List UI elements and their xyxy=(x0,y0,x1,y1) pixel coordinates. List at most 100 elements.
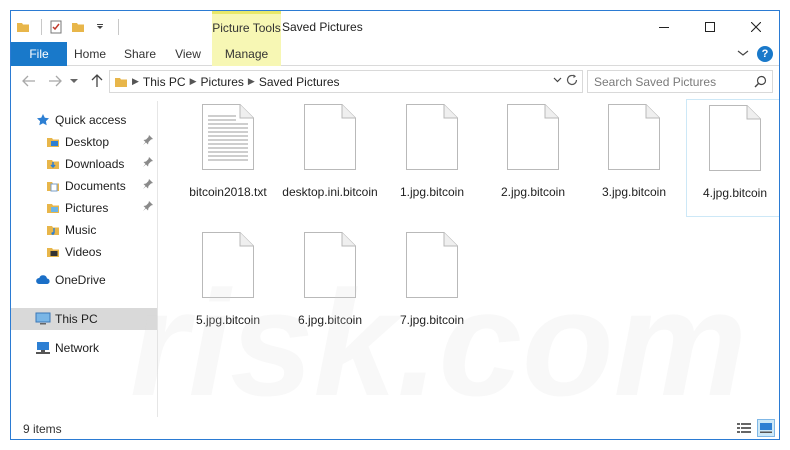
chevron-down-icon xyxy=(553,77,562,83)
file-item[interactable]: 6.jpg.bitcoin xyxy=(282,227,378,345)
desktop-folder-icon xyxy=(45,134,61,150)
blank-document-icon xyxy=(304,232,356,298)
arrow-left-icon xyxy=(22,75,35,87)
sidebar-item-videos[interactable]: Videos xyxy=(11,241,157,263)
file-item[interactable]: 4.jpg.bitcoin xyxy=(686,99,779,217)
sidebar-item-desktop[interactable]: Desktop xyxy=(11,131,157,153)
sidebar-item-this-pc[interactable]: This PC xyxy=(11,308,157,330)
details-view-button[interactable] xyxy=(735,419,753,437)
breadcrumb-pictures[interactable]: Pictures xyxy=(201,75,244,89)
minimize-icon xyxy=(659,26,669,28)
explorer-window: Picture Tools Saved Pictures File Home S… xyxy=(10,10,780,440)
search-icon[interactable] xyxy=(754,75,767,91)
ribbon-tabs: File Home Share View Manage ? xyxy=(11,42,779,66)
file-name: 1.jpg.bitcoin xyxy=(399,185,465,199)
search-box[interactable] xyxy=(587,70,773,93)
file-name: 4.jpg.bitcoin xyxy=(702,186,768,200)
expand-ribbon-button[interactable] xyxy=(737,47,749,61)
item-count: 9 items xyxy=(23,422,62,436)
file-item[interactable]: desktop.ini.bitcoin xyxy=(282,99,378,217)
large-icons-view-button[interactable] xyxy=(757,419,775,437)
file-item[interactable]: bitcoin2018.txt xyxy=(180,99,276,217)
breadcrumb-this-pc[interactable]: This PC xyxy=(143,75,186,89)
sidebar-item-documents[interactable]: Documents xyxy=(11,175,157,197)
sidebar-item-label: Desktop xyxy=(65,135,110,149)
refresh-button[interactable] xyxy=(565,73,579,90)
details-view-icon xyxy=(737,423,751,433)
sidebar-item-label: Quick access xyxy=(55,113,127,127)
breadcrumb-separator[interactable]: ▶ xyxy=(190,76,197,87)
close-icon xyxy=(751,21,761,32)
help-button[interactable]: ? xyxy=(757,46,773,62)
large-icons-view-icon xyxy=(760,423,772,433)
quick-access-toolbar xyxy=(15,16,119,38)
window-controls xyxy=(641,11,779,42)
tab-share[interactable]: Share xyxy=(117,42,163,66)
file-item[interactable]: 1.jpg.bitcoin xyxy=(384,99,480,217)
recent-locations-button[interactable] xyxy=(69,73,79,89)
documents-folder-icon xyxy=(45,178,61,194)
tab-file[interactable]: File xyxy=(11,42,67,66)
navigation-bar: ▶ This PC ▶ Pictures ▶ Saved Pictures xyxy=(11,66,779,96)
blank-document-icon xyxy=(304,104,356,170)
file-item[interactable]: 5.jpg.bitcoin xyxy=(180,227,276,345)
file-name: 2.jpg.bitcoin xyxy=(500,185,566,199)
title-bar: Picture Tools Saved Pictures xyxy=(11,11,779,42)
search-input[interactable] xyxy=(594,74,744,89)
up-button[interactable] xyxy=(89,73,105,89)
sidebar-item-music[interactable]: Music xyxy=(11,219,157,241)
maximize-icon xyxy=(705,21,715,32)
maximize-button[interactable] xyxy=(687,11,733,42)
sidebar-item-label: Downloads xyxy=(65,157,125,171)
help-icon: ? xyxy=(761,48,769,60)
file-name: bitcoin2018.txt xyxy=(189,185,267,199)
sidebar-item-label: Videos xyxy=(65,245,102,259)
address-bar[interactable]: ▶ This PC ▶ Pictures ▶ Saved Pictures xyxy=(109,70,583,93)
properties-icon[interactable] xyxy=(48,19,64,35)
sidebar-item-downloads[interactable]: Downloads xyxy=(11,153,157,175)
blank-document-icon xyxy=(709,105,761,171)
sidebar-item-label: OneDrive xyxy=(55,273,106,287)
minimize-button[interactable] xyxy=(641,11,687,42)
text-document-icon xyxy=(202,104,254,170)
sidebar-item-pictures[interactable]: Pictures xyxy=(11,197,157,219)
breadcrumb-saved-pictures[interactable]: Saved Pictures xyxy=(259,75,340,89)
address-dropdown-button[interactable] xyxy=(553,75,562,85)
picture-tools-context-label: Picture Tools xyxy=(212,11,281,42)
pictures-folder-icon xyxy=(45,200,61,216)
pane-splitter[interactable] xyxy=(157,101,158,417)
file-name: desktop.ini.bitcoin xyxy=(282,185,378,199)
forward-button[interactable] xyxy=(47,73,63,89)
cloud-icon xyxy=(35,272,51,288)
tab-manage[interactable]: Manage xyxy=(212,42,281,66)
sidebar-item-label: Documents xyxy=(65,179,126,193)
arrow-up-icon xyxy=(91,74,103,87)
back-button[interactable] xyxy=(21,73,37,89)
breadcrumb-separator[interactable]: ▶ xyxy=(132,76,139,87)
refresh-icon xyxy=(566,74,578,86)
blank-document-icon xyxy=(202,232,254,298)
file-item[interactable]: 2.jpg.bitcoin xyxy=(485,99,581,217)
network-icon xyxy=(35,340,51,356)
pin-icon xyxy=(143,157,153,170)
videos-folder-icon xyxy=(45,244,61,260)
arrow-right-icon xyxy=(49,75,62,87)
music-folder-icon xyxy=(45,222,61,238)
window-title: Saved Pictures xyxy=(282,20,363,34)
navigation-pane: Quick access Desktop Downloads Documents… xyxy=(11,101,157,417)
pin-icon xyxy=(143,179,153,192)
file-item[interactable]: 3.jpg.bitcoin xyxy=(586,99,682,217)
breadcrumb-separator[interactable]: ▶ xyxy=(248,76,255,87)
file-item[interactable]: 7.jpg.bitcoin xyxy=(384,227,480,345)
sidebar-item-onedrive[interactable]: OneDrive xyxy=(11,269,157,291)
new-folder-icon[interactable] xyxy=(70,19,86,35)
tab-view[interactable]: View xyxy=(167,42,209,66)
sidebar-item-network[interactable]: Network xyxy=(11,337,157,359)
sidebar-item-label: Music xyxy=(65,223,97,237)
sidebar-item-quick-access[interactable]: Quick access xyxy=(11,109,157,131)
close-button[interactable] xyxy=(733,11,779,42)
status-bar: 9 items xyxy=(11,417,779,439)
customize-toolbar-chevron-icon[interactable] xyxy=(92,19,108,35)
tab-home[interactable]: Home xyxy=(67,42,113,66)
ribbon-right-controls: ? xyxy=(737,46,773,62)
